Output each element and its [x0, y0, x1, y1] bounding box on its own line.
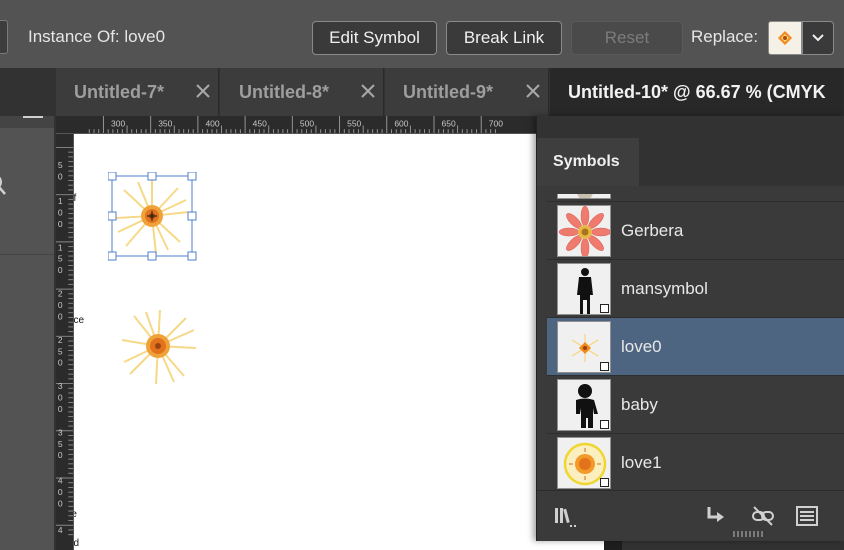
search-icon[interactable] [0, 172, 10, 198]
ruler-tick-label: 300 [111, 118, 125, 128]
horizontal-ruler[interactable]: 300 350 400 450 500 550 600 650 700 [56, 116, 540, 134]
resize-grip[interactable] [733, 531, 767, 537]
symbol-item-love1[interactable]: love1 [547, 434, 844, 490]
ruler-tick-label: 700 [489, 118, 503, 128]
place-symbol-instance-icon[interactable] [703, 504, 727, 528]
edit-symbol-button[interactable]: Edit Symbol [312, 21, 437, 55]
panel-divider [0, 254, 54, 255]
symbol-thumb [557, 194, 611, 199]
list-item[interactable] [547, 194, 844, 202]
ruler-tick-label: 3 [58, 428, 63, 438]
reset-button[interactable]: Reset [571, 21, 683, 55]
ruler-tick-label: 450 [253, 118, 267, 128]
ruler-tick-label: 1 [58, 242, 63, 252]
symbol-name: love1 [621, 453, 662, 472]
control-bar-handle[interactable] [0, 20, 8, 54]
symbol-instance[interactable] [116, 304, 200, 388]
tab-label: Untitled-10* @ 66.67 % (CMYK [568, 81, 826, 102]
tab-untitled-9[interactable]: Untitled-9* [385, 68, 549, 116]
symbols-panel-title: Symbols [553, 153, 620, 170]
symbols-panel-footer [537, 490, 844, 541]
ruler-tick-label: 550 [347, 118, 361, 128]
ruler-tick-label: 4 [58, 525, 63, 535]
close-icon[interactable] [524, 82, 542, 100]
symbol-options-icon[interactable] [795, 504, 819, 528]
sun-burst-thumb [557, 437, 611, 489]
text-fragment: nce [74, 315, 85, 326]
ruler-tick-label: 0 [58, 393, 63, 403]
ruler-tick-label: 0 [58, 498, 63, 508]
ruler-tick-label: 600 [394, 118, 408, 128]
tab-untitled-8[interactable]: Untitled-8* [220, 68, 384, 116]
ruler-tick-label: 400 [205, 118, 219, 128]
symbol-libraries-icon[interactable] [553, 504, 577, 528]
ruler-tick-label: 0 [58, 404, 63, 414]
flower-burst-thumb [557, 321, 611, 373]
ruler-tick-label: 0 [58, 219, 63, 229]
baby-silhouette-thumb [557, 379, 611, 431]
artboard[interactable]: of nce re ed [74, 134, 604, 550]
symbols-panel-tabstrip: Symbols [537, 116, 844, 186]
replace-dropdown[interactable] [802, 21, 834, 55]
replace-label: Replace: [691, 27, 759, 46]
symbols-list[interactable]: Gerbera mansymbol love0 baby love1 [547, 194, 844, 490]
tab-label: Untitled-8* [239, 81, 329, 102]
ruler-tick-label: 1 [58, 196, 63, 206]
tab-untitled-10[interactable]: Untitled-10* @ 66.67 % (CMYK [550, 68, 844, 116]
replace-symbol-swatch[interactable] [768, 21, 802, 55]
ruler-tick-label: 0 [58, 358, 63, 368]
ruler-tick-label: 0 [58, 311, 63, 321]
flower-swatch-icon [778, 31, 792, 45]
ruler-tick-label: 3 [58, 381, 63, 391]
vertical-ruler[interactable]: 501001502002503003504004 [56, 134, 74, 550]
symbols-panel: Symbols Gerbera mansymbol love0 baby lov… [536, 116, 844, 541]
ruler-tick-label: 5 [58, 346, 63, 356]
text-fragment: re [74, 509, 77, 520]
break-link-icon[interactable] [751, 504, 775, 528]
control-bar: Instance Of: love0 Edit Symbol Break Lin… [0, 0, 844, 68]
tab-untitled-7[interactable]: Untitled-7* [56, 68, 219, 116]
break-link-button[interactable]: Break Link [446, 21, 562, 55]
document-tabs: Untitled-7* Untitled-8* Untitled-9* Unti… [0, 68, 844, 116]
close-icon[interactable] [194, 82, 212, 100]
man-silhouette-thumb [557, 263, 611, 315]
text-fragment: ed [74, 538, 80, 549]
ruler-tick-label: 0 [58, 207, 63, 217]
symbol-name: Gerbera [621, 221, 684, 240]
close-icon[interactable] [359, 82, 377, 100]
tab-symbols[interactable]: Symbols [537, 138, 639, 186]
gerbera-thumb [557, 205, 611, 257]
ruler-tick-label: 0 [58, 450, 63, 460]
ruler-tick-label: 5 [58, 254, 63, 264]
symbol-name: mansymbol [621, 279, 708, 298]
tools-panel [0, 68, 54, 550]
ruler-tick-label: 4 [58, 476, 63, 486]
ruler-tick-label: 350 [158, 118, 172, 128]
symbol-item-love0[interactable]: love0 [547, 318, 844, 376]
tab-label: Untitled-7* [74, 81, 164, 102]
ruler-tick-label: 0 [58, 265, 63, 275]
tab-label: Untitled-9* [403, 81, 493, 102]
instance-of-label: Instance Of: love0 [28, 27, 166, 46]
chevron-down-icon [812, 34, 824, 42]
symbol-name: love0 [621, 337, 662, 356]
ruler-tick-label: 5 [58, 439, 63, 449]
selected-symbol-instance[interactable] [108, 172, 198, 262]
ruler-tick-label: 2 [58, 289, 63, 299]
ruler-tick-label: 5 [58, 160, 63, 170]
symbol-item-mansymbol[interactable]: mansymbol [547, 260, 844, 318]
symbol-item-gerbera[interactable]: Gerbera [547, 202, 844, 260]
ruler-tick-label: 0 [58, 172, 63, 182]
symbol-item-baby[interactable]: baby [547, 376, 844, 434]
ruler-tick-label: 650 [442, 118, 456, 128]
ruler-tick-label: 2 [58, 335, 63, 345]
text-fragment: of [74, 193, 77, 204]
symbol-name: baby [621, 395, 658, 414]
ruler-tick-label: 500 [300, 118, 314, 128]
ruler-tick-label: 0 [58, 487, 63, 497]
ruler-tick-label: 0 [58, 300, 63, 310]
